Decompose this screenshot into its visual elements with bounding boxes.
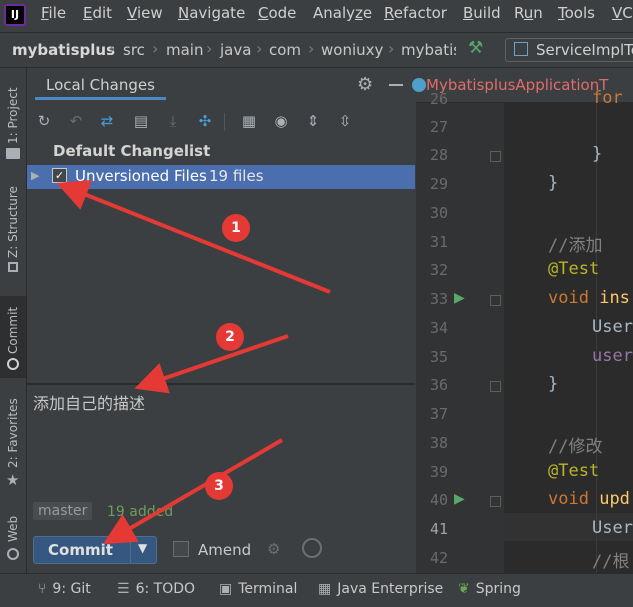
annotation-badge-3: 3	[205, 472, 233, 500]
annotation-arrows	[56, 180, 331, 545]
annotation-badge-1: 1	[222, 214, 250, 242]
annotation-arrow-3	[103, 438, 284, 545]
annotation-arrow-2	[134, 334, 289, 394]
annotation-arrow-1	[56, 180, 331, 294]
annotation-badge-2: 2	[216, 323, 244, 351]
